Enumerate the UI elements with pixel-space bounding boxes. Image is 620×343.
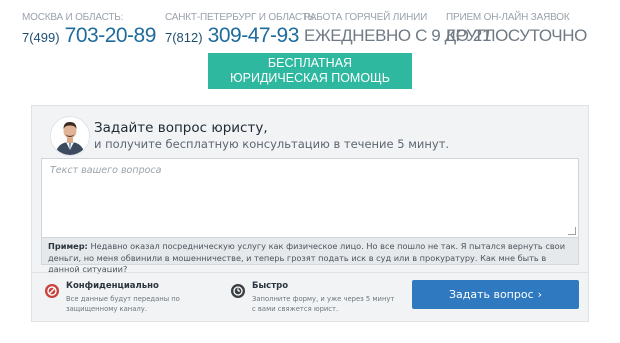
form-title: Задайте вопрос юристу, xyxy=(94,120,268,136)
feature-fast-line2: с вами свяжется юрист. xyxy=(252,304,339,313)
free-legal-help-label: Бесплатная юридическая помощь xyxy=(230,56,390,85)
spb-phone[interactable]: 7(812) 309-47-93 xyxy=(165,25,316,49)
feature-confidential-title: Конфиденциально xyxy=(66,281,159,291)
lawyer-avatar xyxy=(50,116,90,156)
feature-fast-line1: Заполните форму, и уже через 5 минут xyxy=(252,295,395,303)
online-caption: Прием он-лайн заявок xyxy=(446,12,570,23)
online-value: Круглосуточно xyxy=(446,26,587,45)
shield-icon xyxy=(45,283,59,298)
feature-confidential-text: Все данные будут переданы по защищенному… xyxy=(66,295,180,314)
moscow-phone-number: 703-20-89 xyxy=(64,24,157,47)
spb-caption: Санкт-Петербург и область: xyxy=(165,12,317,23)
question-textarea[interactable] xyxy=(42,159,578,237)
moscow-phone[interactable]: 7(499) 703-20-89 xyxy=(22,25,156,49)
question-form: Задайте вопрос юристу, и получите беспла… xyxy=(31,105,589,322)
free-legal-help-button[interactable]: Бесплатная юридическая помощь xyxy=(208,53,412,89)
resize-grip-icon[interactable] xyxy=(568,227,576,235)
contact-spb: Санкт-Петербург и область: 7(812) 309-47… xyxy=(165,12,317,49)
divider xyxy=(32,272,588,273)
form-subtitle: и получите бесплатную консультацию в теч… xyxy=(94,137,450,151)
feature-confidential-line2: защищенному каналу. xyxy=(66,304,147,313)
spb-phone-prefix: 7(812) xyxy=(165,30,203,45)
timer-icon xyxy=(231,283,245,298)
chevron-right-icon: › xyxy=(537,288,543,301)
feature-confidential-line1: Все данные будут переданы по xyxy=(66,295,180,303)
ask-question-label: Задать вопрос xyxy=(448,288,534,301)
spb-phone-number: 309-47-93 xyxy=(207,24,300,47)
example-label: Пример: xyxy=(48,241,88,251)
example-text: Недавно оказал посредническую услугу как… xyxy=(48,241,566,274)
question-textarea-wrap xyxy=(41,158,579,238)
moscow-caption: Москва и область: xyxy=(22,12,124,23)
feature-fast-text: Заполните форму, и уже через 5 минут с в… xyxy=(252,295,394,314)
example-hint: Пример: Недавно оказал посредническую ус… xyxy=(41,238,579,274)
contact-moscow: Москва и область: 7(499) 703-20-89 xyxy=(22,12,156,49)
feature-fast-title: Быстро xyxy=(252,281,289,291)
online-requests: Прием он-лайн заявок Круглосуточно xyxy=(446,12,587,47)
ask-question-button[interactable]: Задать вопрос › xyxy=(412,280,579,309)
moscow-phone-prefix: 7(499) xyxy=(22,30,60,45)
